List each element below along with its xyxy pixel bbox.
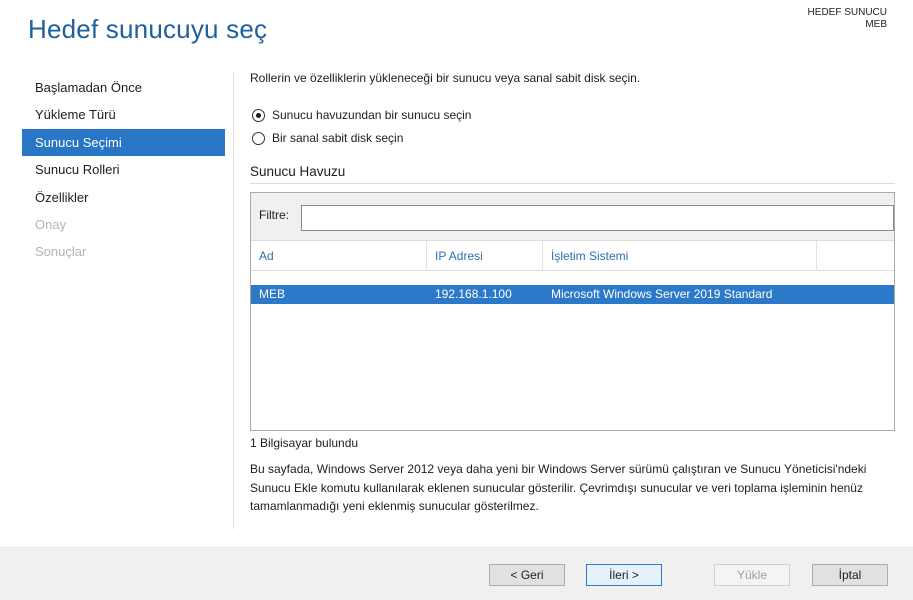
nav-item-confirmation: Onay [35,216,67,232]
cell-ip-address: 192.168.1.100 [435,287,512,301]
cell-operating-system: Microsoft Windows Server 2019 Standard [551,287,773,301]
nav-item-results: Sonuçlar [35,244,87,260]
destination-server-label: HEDEF SUNUCU [807,7,887,18]
radio-virtual-disk[interactable]: Bir sanal sabit disk seçin [252,131,403,145]
destination-server-name: MEB [865,19,887,30]
section-title-server-pool: Sunucu Havuzu [250,164,346,179]
filter-input[interactable] [301,205,894,231]
computer-count: 1 Bilgisayar bulundu [250,436,359,450]
next-button[interactable]: İleri > [586,564,662,586]
nav-item-before-you-begin[interactable]: Başlamadan Önce [22,74,225,101]
filter-label: Filtre: [259,208,289,222]
nav-item-features[interactable]: Özellikler [22,184,225,211]
radio-button-unchecked[interactable] [252,131,265,145]
cancel-button[interactable]: İptal [812,564,888,586]
column-header-name[interactable]: Ad [251,241,427,271]
nav-item-server-roles[interactable]: Sunucu Rolleri [22,156,225,183]
wizard-footer: < Geri İleri > Yükle İptal [0,547,913,600]
install-button: Yükle [714,564,790,586]
destination-server: HEDEF SUNUCU MEB [808,7,887,31]
nav-item-installation-type[interactable]: Yükleme Türü [22,101,225,128]
table-row[interactable]: MEB 192.168.1.100 Microsoft Windows Serv… [251,285,894,304]
page-title: Hedef sunucuyu seç [28,14,268,44]
radio-server-pool[interactable]: Sunucu havuzundan bir sunucu seçin [252,108,471,122]
radio-virtual-disk-label[interactable]: Bir sanal sabit disk seçin [272,131,403,145]
section-divider [250,183,895,184]
intro-text: Rollerin ve özelliklerin yükleneceği bir… [250,71,641,85]
radio-server-pool-label[interactable]: Sunucu havuzundan bir sunucu seçin [272,108,471,122]
filter-bar: Filtre: [251,193,894,241]
nav-item-server-selection[interactable]: Sunucu Seçimi [22,128,225,157]
server-pool-grid: Filtre: Ad IP Adresi İşletim Sistemi MEB… [250,192,895,431]
nav-divider [233,72,234,529]
column-header-ip[interactable]: IP Adresi [427,241,543,271]
cell-server-name: MEB [259,287,286,301]
column-header-os[interactable]: İşletim Sistemi [543,241,817,271]
back-button[interactable]: < Geri [489,564,565,586]
grid-header: Ad IP Adresi İşletim Sistemi [251,241,894,271]
radio-button-checked[interactable] [252,108,265,122]
description-text: Bu sayfada, Windows Server 2012 veya dah… [250,462,867,513]
wizard-nav: Başlamadan Önce Yükleme Türü Sunucu Seçi… [22,74,225,266]
